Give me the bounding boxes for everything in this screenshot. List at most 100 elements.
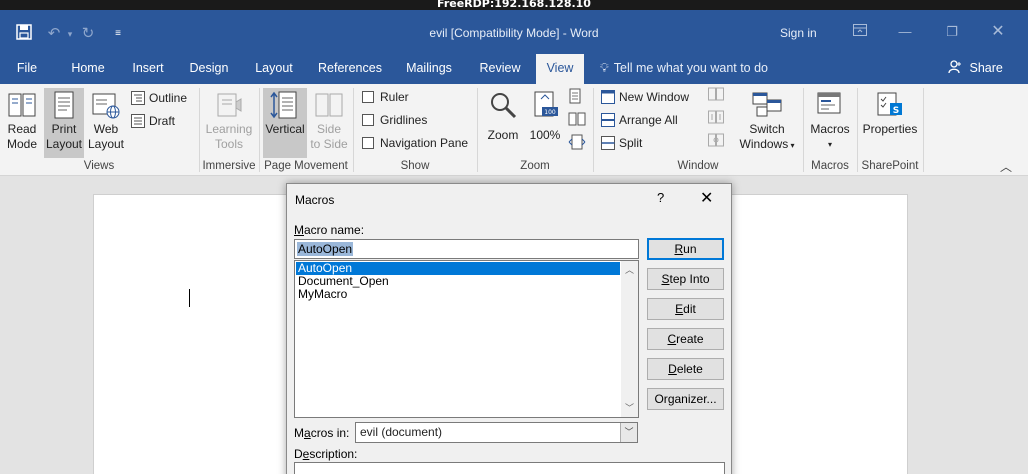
switch-windows-label-2: Windows xyxy=(739,137,789,151)
tab-design[interactable]: Design xyxy=(182,54,236,84)
zoom-label: Zoom xyxy=(487,128,519,142)
chevron-down-icon[interactable]: ﹀ xyxy=(620,423,637,442)
navigation-pane-checkbox[interactable]: Navigation Pane xyxy=(362,133,468,153)
close-dialog-button[interactable]: ✕ xyxy=(700,188,713,208)
synchronous-scrolling-button[interactable] xyxy=(708,110,724,130)
reset-window-position-button[interactable] xyxy=(708,133,724,153)
ruler-checkbox[interactable]: Ruler xyxy=(362,87,409,107)
lightbulb-icon: 💡︎ xyxy=(600,61,609,75)
draft-button[interactable]: Draft xyxy=(131,111,175,131)
arrange-all-button[interactable]: Arrange All xyxy=(601,110,678,130)
outline-label: Outline xyxy=(149,91,188,105)
ribbon-view: Read Mode Print Layout Web Layout Outlin… xyxy=(0,84,1028,176)
organizer-button[interactable]: Organizer... xyxy=(647,388,724,410)
macro-name-value: AutoOpen xyxy=(297,242,354,256)
print-layout-button[interactable]: Print Layout xyxy=(44,88,84,158)
split-button[interactable]: Split xyxy=(601,133,642,153)
tab-review[interactable]: Review xyxy=(470,54,530,84)
learning-tools-button[interactable]: Learning Tools xyxy=(202,88,256,158)
multiple-pages-button[interactable] xyxy=(568,111,586,131)
gridlines-label: Gridlines xyxy=(380,113,428,127)
tab-file[interactable]: File xyxy=(8,54,46,84)
tab-home[interactable]: Home xyxy=(62,54,114,84)
svg-text:100: 100 xyxy=(544,109,556,116)
vertical-label: Vertical xyxy=(265,122,305,136)
side-to-side-label-2: to Side xyxy=(310,137,348,151)
title-bar: ↶ ▾ ↻ ≡ evil [Compatibility Mode] - Word… xyxy=(0,10,1028,54)
web-layout-label-2: Layout xyxy=(87,137,125,151)
list-item[interactable]: MyMacro xyxy=(296,288,620,301)
view-side-by-side-button[interactable] xyxy=(708,87,724,107)
page-width-button[interactable] xyxy=(568,134,586,154)
properties-label: Properties xyxy=(862,122,918,136)
share-button[interactable]: Share xyxy=(948,54,1003,84)
macros-in-select[interactable]: evil (document) ﹀ xyxy=(355,422,638,443)
create-button[interactable]: Create xyxy=(647,328,724,350)
learning-tools-icon xyxy=(217,93,242,117)
web-layout-icon xyxy=(92,93,120,119)
macro-list[interactable]: AutoOpen Document_Open MyMacro ︿ ﹀ xyxy=(294,260,639,418)
tab-mailings[interactable]: Mailings xyxy=(398,54,460,84)
page-width-icon xyxy=(568,134,586,150)
magnifier-icon xyxy=(491,93,517,119)
navigation-pane-label: Navigation Pane xyxy=(380,136,469,150)
collapse-ribbon-icon[interactable]: ︿ xyxy=(1000,158,1012,175)
zoom-button[interactable]: Zoom xyxy=(482,88,524,158)
arrange-all-icon xyxy=(601,113,615,127)
tell-me-search[interactable]: 💡︎ Tell me what you want to do xyxy=(600,54,768,84)
sign-in-link[interactable]: Sign in xyxy=(780,26,817,40)
properties-button[interactable]: S Properties xyxy=(860,88,920,158)
web-layout-button[interactable]: Web Layout xyxy=(86,88,126,158)
vertical-scrollbar[interactable] xyxy=(1018,176,1028,474)
macros-icon xyxy=(817,92,841,114)
ruler-label: Ruler xyxy=(380,90,409,104)
macros-dialog: Macros ? ✕ Macro name: AutoOpen AutoOpen… xyxy=(286,183,732,474)
group-separator xyxy=(923,88,924,172)
switch-windows-button[interactable]: Switch Windows ▾ xyxy=(736,88,798,158)
ribbon-display-options-icon[interactable] xyxy=(850,22,870,42)
read-mode-icon xyxy=(8,93,36,117)
delete-button[interactable]: Delete xyxy=(647,358,724,380)
print-layout-label-1: Print xyxy=(51,122,77,136)
help-button[interactable]: ? xyxy=(657,190,664,205)
outline-icon xyxy=(131,91,145,105)
dropdown-arrow-icon: ▾ xyxy=(827,140,832,149)
zoom-100-button[interactable]: 100 100% xyxy=(526,88,564,158)
gridlines-checkbox[interactable]: Gridlines xyxy=(362,110,427,130)
tab-references[interactable]: References xyxy=(312,54,388,84)
ruler-check-box[interactable] xyxy=(362,91,374,103)
close-window-icon[interactable]: ✕ xyxy=(988,22,1008,42)
vertical-button[interactable]: Vertical xyxy=(263,88,307,158)
split-label: Split xyxy=(619,136,643,150)
scroll-up-icon[interactable]: ︿ xyxy=(625,263,634,276)
list-scrollbar[interactable]: ︿ ﹀ xyxy=(621,261,638,417)
learning-tools-label-2: Tools xyxy=(214,137,243,151)
new-window-button[interactable]: New Window xyxy=(601,87,689,107)
window-group-label: Window xyxy=(677,160,719,172)
rdp-title: FreeRDP:192.168.128.10 xyxy=(437,0,591,10)
step-into-button[interactable]: Step Into xyxy=(647,268,724,290)
dialog-title: Macros xyxy=(295,193,335,207)
gridlines-check-box[interactable] xyxy=(362,114,374,126)
read-mode-button[interactable]: Read Mode xyxy=(2,88,42,158)
edit-button[interactable]: Edit xyxy=(647,298,724,320)
sharepoint-group-label: SharePoint xyxy=(861,160,919,172)
one-page-icon xyxy=(569,88,581,104)
split-icon xyxy=(601,136,615,150)
one-page-button[interactable] xyxy=(568,88,582,108)
macro-name-input[interactable]: AutoOpen xyxy=(294,239,639,259)
tab-layout[interactable]: Layout xyxy=(246,54,302,84)
side-to-side-button[interactable]: Side to Side xyxy=(309,88,349,158)
restore-icon[interactable]: ❐ xyxy=(942,22,962,42)
navigation-pane-check-box[interactable] xyxy=(362,137,374,149)
outline-button[interactable]: Outline xyxy=(131,88,187,108)
side-to-side-label-1: Side xyxy=(316,122,342,136)
scroll-down-icon[interactable]: ﹀ xyxy=(625,401,634,414)
macros-ribbon-button[interactable]: Macros ▾ xyxy=(808,88,852,158)
tell-me-label: Tell me what you want to do xyxy=(613,61,769,75)
run-button[interactable]: Run xyxy=(647,238,724,260)
tab-insert[interactable]: Insert xyxy=(124,54,172,84)
minimize-icon[interactable]: — xyxy=(895,22,915,42)
web-layout-label-1: Web xyxy=(93,122,119,136)
tab-view[interactable]: View xyxy=(536,54,584,84)
